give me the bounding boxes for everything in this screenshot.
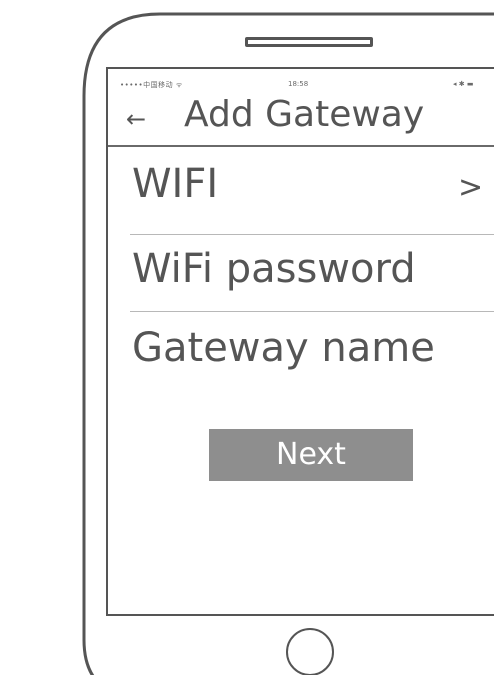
chevron-right-icon: >: [458, 170, 484, 205]
wifi-row[interactable]: WIFI >: [108, 147, 494, 223]
status-bar: •••••中国移动 ᯤ 18:58 ◂ ✱ ▬: [108, 69, 494, 91]
status-carrier: •••••中国移动 ᯤ: [120, 81, 183, 89]
page-title: Add Gateway: [184, 94, 425, 135]
wifi-password-label: WiFi password: [132, 246, 416, 292]
wifi-label: WIFI: [132, 161, 219, 207]
wifi-password-field[interactable]: WiFi password: [108, 235, 494, 311]
nav-bar: ← Add Gateway: [108, 95, 494, 145]
back-arrow-icon[interactable]: ←: [126, 107, 146, 131]
next-button[interactable]: Next: [209, 429, 413, 481]
home-button[interactable]: [286, 628, 334, 675]
gateway-name-label: Gateway name: [132, 325, 435, 371]
phone-mockup: •••••中国移动 ᯤ 18:58 ◂ ✱ ▬ ← Add Gateway WI…: [0, 0, 494, 675]
speaker-slot: [245, 37, 373, 47]
status-icons: ◂ ✱ ▬: [453, 80, 474, 88]
status-time: 18:58: [288, 80, 309, 88]
phone-screen: •••••中国移动 ᯤ 18:58 ◂ ✱ ▬ ← Add Gateway WI…: [106, 67, 494, 616]
gateway-name-field[interactable]: Gateway name: [108, 312, 494, 388]
